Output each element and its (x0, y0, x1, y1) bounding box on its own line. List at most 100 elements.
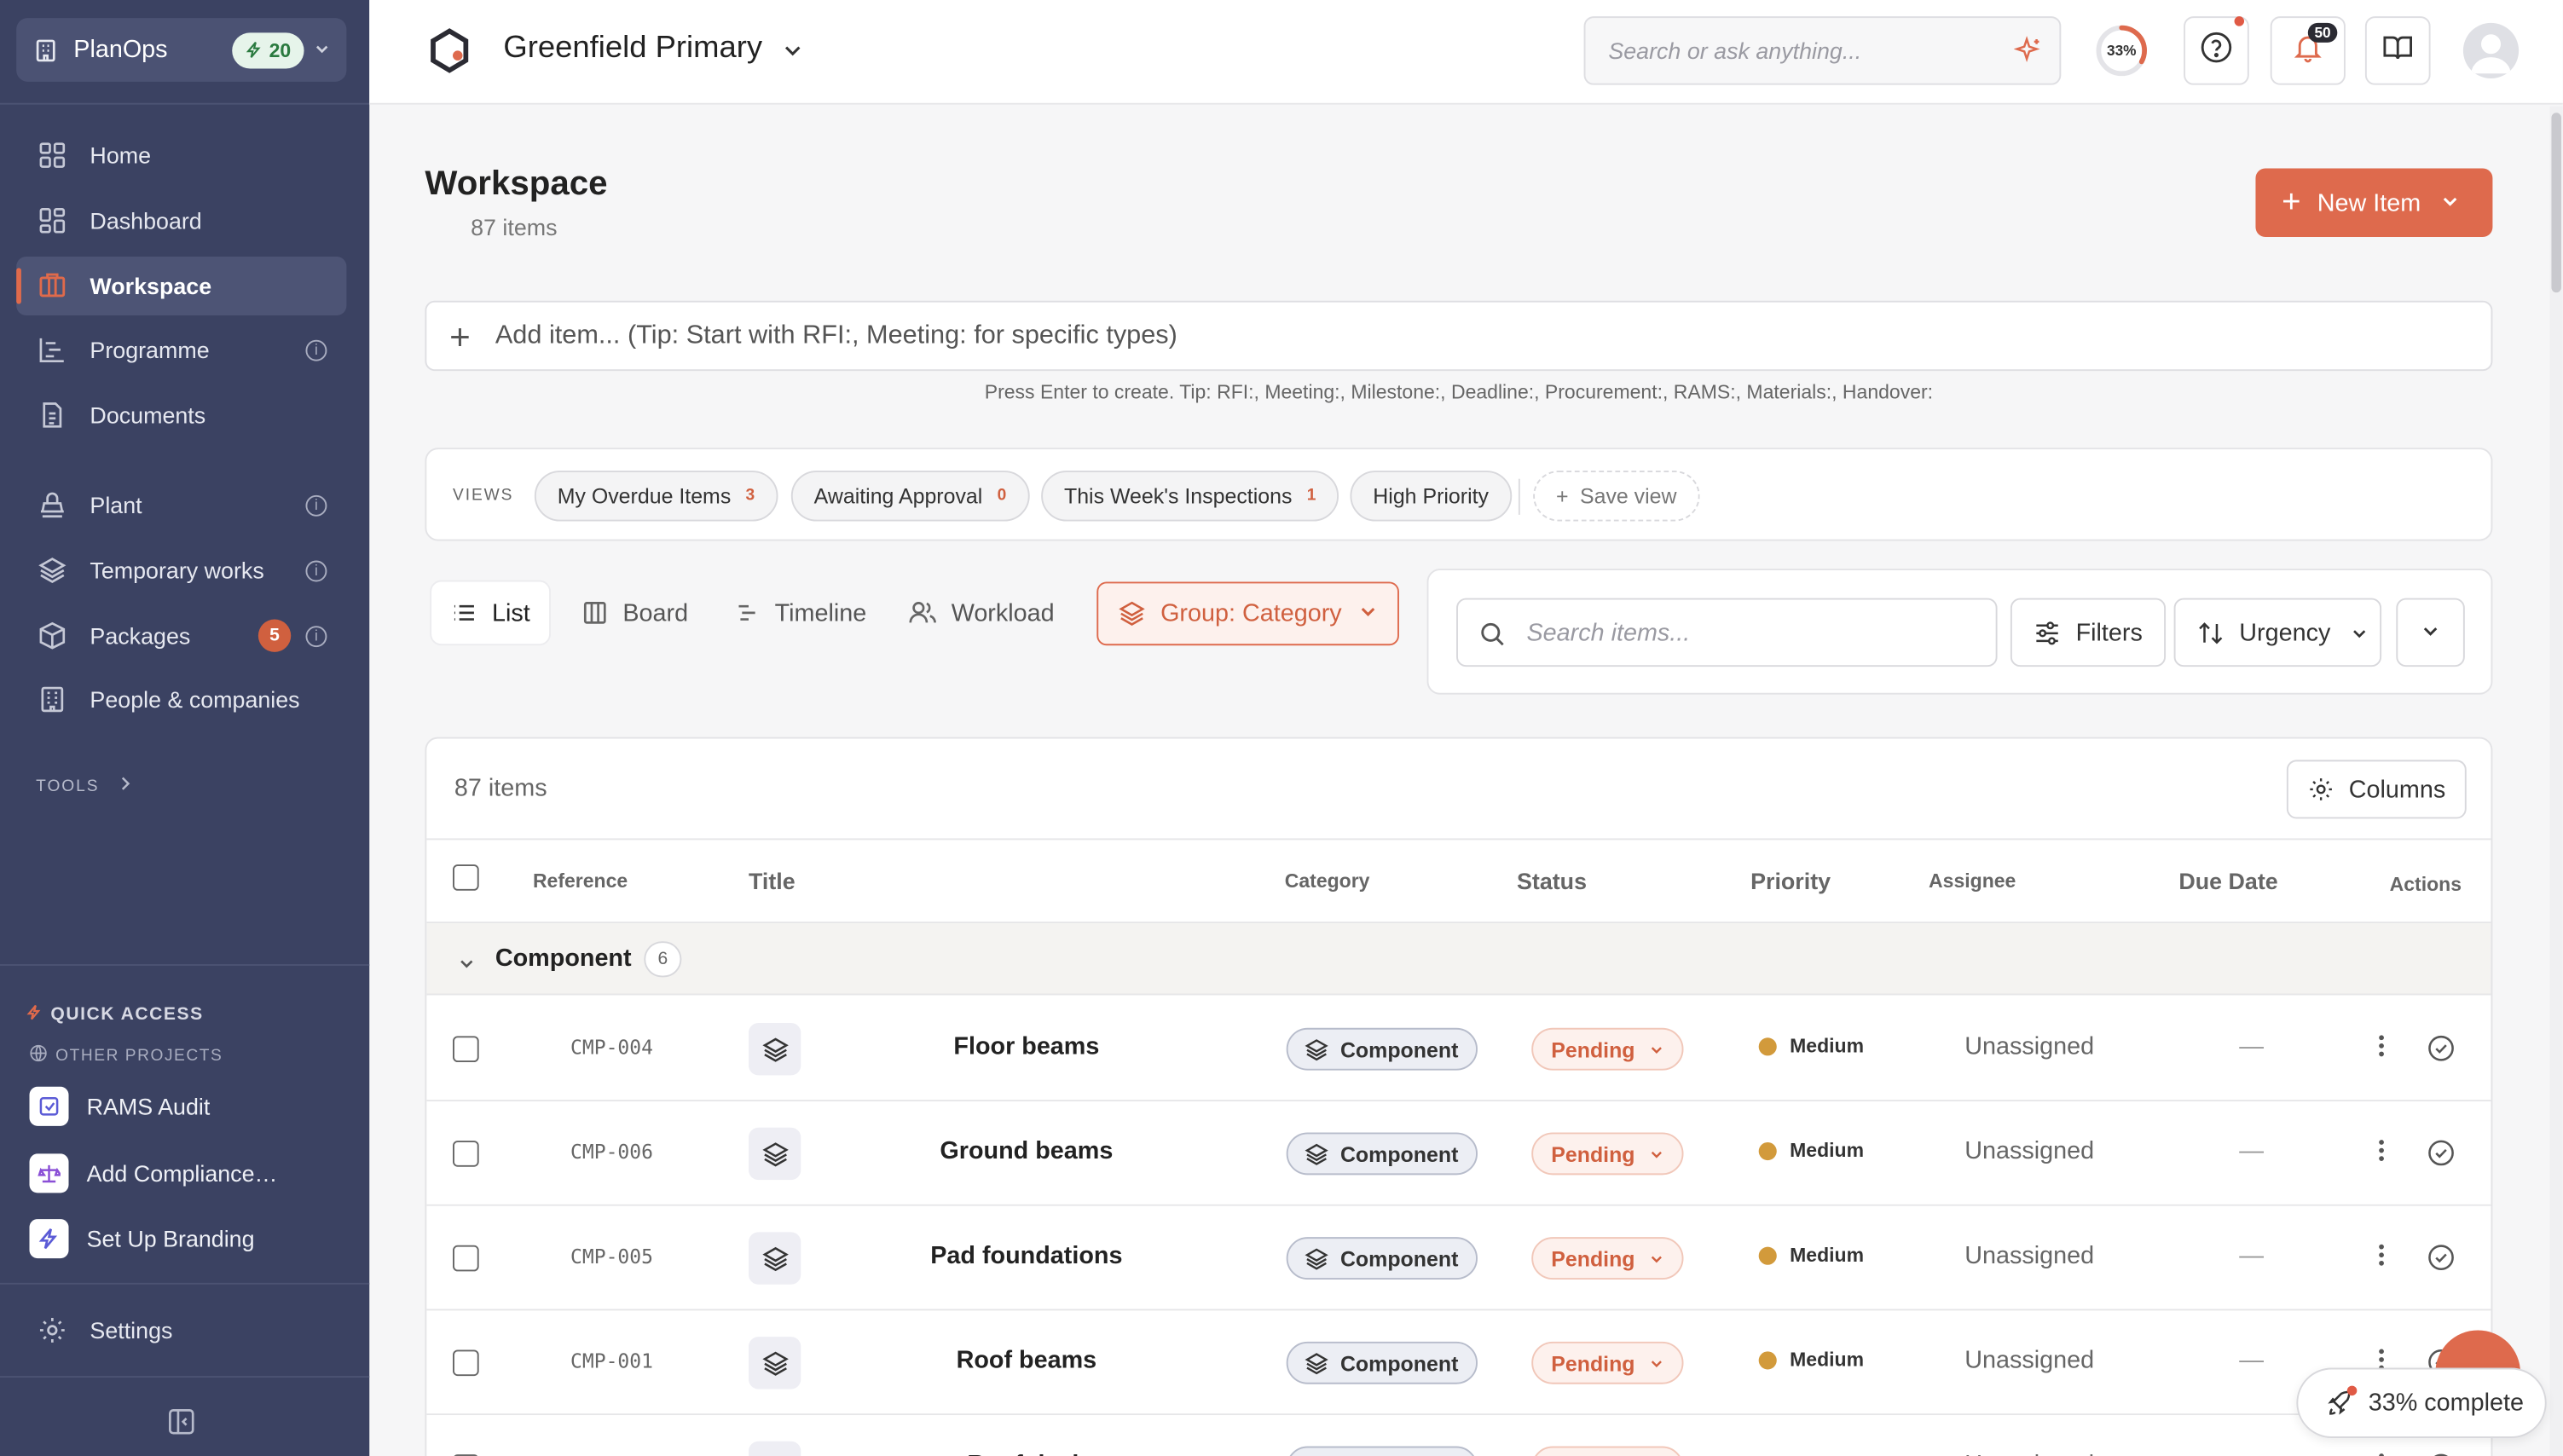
column-header-assignee[interactable]: Assignee (1929, 870, 2016, 893)
row-assignee[interactable]: Unassigned (1964, 1137, 2094, 1165)
more-options-button[interactable] (2396, 598, 2465, 667)
new-item-button[interactable]: + New Item (2255, 168, 2493, 237)
column-header-status[interactable]: Status (1517, 868, 1587, 894)
column-header-category[interactable]: Category (1285, 870, 1370, 893)
row-title[interactable]: Roof beams (852, 1347, 1201, 1375)
row-title[interactable]: Roof deck (852, 1451, 1201, 1456)
collapse-sidebar-icon[interactable] (167, 1407, 197, 1437)
row-due-date[interactable]: — (2239, 1033, 2264, 1061)
notifications-button[interactable]: 50 (2270, 16, 2346, 85)
row-due-date[interactable]: — (2239, 1242, 2264, 1270)
sidebar-item-dashboard[interactable]: Dashboard (16, 191, 346, 250)
page-scrollbar[interactable] (2549, 106, 2563, 1456)
row-checkbox[interactable] (453, 1141, 479, 1167)
sidebar-item-people-companies[interactable]: People & companies (16, 670, 346, 729)
check-circle-icon[interactable] (2427, 1453, 2456, 1456)
row-checkbox[interactable] (453, 1036, 479, 1063)
info-icon[interactable]: i (305, 625, 327, 647)
quick-add-input[interactable]: + Add item... (Tip: Start with RFI:, Mee… (425, 300, 2493, 372)
info-icon[interactable]: i (305, 494, 327, 516)
quick-access-set-up-branding[interactable]: Set Up Branding (29, 1216, 356, 1262)
global-search-input[interactable]: Search or ask anything... (1583, 16, 2062, 85)
check-circle-icon[interactable] (2427, 1034, 2456, 1070)
sidebar-item-home[interactable]: Home (16, 126, 346, 185)
select-all-checkbox[interactable] (453, 864, 479, 891)
group-by-button[interactable]: Group: Category (1096, 581, 1399, 646)
sidebar-item-temporary-works[interactable]: Temporary works i (16, 541, 346, 600)
status-dropdown[interactable]: Pending (1531, 1341, 1685, 1384)
group-header-component[interactable]: Component 6 (426, 923, 2491, 996)
tools-toggle[interactable]: TOOLS (36, 777, 131, 796)
layers-icon (1305, 1350, 1329, 1375)
view-chip-high-priority[interactable]: High Priority (1350, 471, 1512, 522)
sparkle-icon[interactable] (2013, 36, 2044, 73)
sidebar-item-plant[interactable]: Plant i (16, 476, 346, 534)
row-assignee[interactable]: Unassigned (1964, 1242, 2094, 1270)
sidebar-item-workspace[interactable]: Workspace (16, 256, 347, 315)
setup-progress-pill[interactable]: 33% complete (2296, 1367, 2547, 1438)
view-chip-this-weeks-inspections[interactable]: This Week's Inspections 1 (1041, 471, 1339, 522)
tab-list[interactable]: List (431, 581, 550, 644)
filters-button[interactable]: Filters (2010, 598, 2166, 667)
more-vertical-icon[interactable] (2378, 1137, 2385, 1171)
sidebar-item-settings[interactable]: Settings (16, 1301, 346, 1360)
status-dropdown[interactable]: Pending (1531, 1446, 1685, 1456)
column-header-title[interactable]: Title (749, 868, 796, 894)
info-icon[interactable]: i (305, 338, 327, 361)
sidebar-item-programme[interactable]: Programme i (16, 321, 346, 379)
status-dropdown[interactable]: Pending (1531, 1027, 1685, 1071)
column-header-due-date[interactable]: Due Date (2178, 868, 2277, 894)
items-search-input[interactable]: Search items... (1456, 598, 1998, 667)
row-due-date[interactable]: — (2239, 1347, 2264, 1375)
project-title[interactable]: Greenfield Primary (503, 31, 762, 66)
view-chip-awaiting-approval[interactable]: Awaiting Approval 0 (790, 471, 1030, 522)
docs-button[interactable] (2364, 16, 2431, 85)
workspace-icon (36, 269, 68, 302)
table-row[interactable]: CMP-001 Roof beams Component Pending Medium U… (426, 1310, 2491, 1416)
scrollbar-thumb[interactable] (2551, 113, 2561, 293)
column-header-priority[interactable]: Priority (1750, 868, 1831, 894)
org-switcher[interactable]: PlanOps 20 (16, 18, 347, 82)
column-header-reference[interactable]: Reference (533, 870, 628, 893)
columns-button[interactable]: Columns (2286, 760, 2467, 819)
table-row[interactable]: CMP-004 Floor beams Component Pending Medium… (426, 997, 2491, 1102)
sort-button[interactable]: Urgency (2173, 598, 2382, 667)
table-row[interactable]: CMP-003Roof deckComponentPendingMediumUn… (426, 1415, 2491, 1456)
sidebar-item-packages[interactable]: Packages 5 i (16, 606, 346, 665)
row-due-date[interactable]: — (2239, 1137, 2264, 1165)
sidebar-item-documents[interactable]: Documents (16, 385, 346, 444)
check-circle-icon[interactable] (2427, 1139, 2456, 1175)
row-title[interactable]: Ground beams (852, 1137, 1201, 1165)
chevron-down-icon[interactable] (781, 39, 804, 70)
project-progress-ring[interactable]: 33% (2096, 25, 2148, 77)
row-due-date[interactable]: — (2239, 1451, 2264, 1456)
save-view-button[interactable]: + Save view (1533, 471, 1700, 522)
table-row[interactable]: CMP-005 Pad foundations Component Pending Me… (426, 1205, 2491, 1311)
user-avatar[interactable] (2462, 22, 2520, 79)
quick-access-rams-audit[interactable]: RAMS Audit (29, 1083, 356, 1130)
row-checkbox[interactable] (453, 1349, 479, 1377)
row-assignee[interactable]: Unassigned (1964, 1451, 2094, 1456)
tab-board[interactable]: Board (562, 581, 708, 644)
app-logo-icon[interactable] (425, 26, 474, 76)
more-vertical-icon[interactable] (2378, 1242, 2385, 1276)
view-chip-my-overdue-items[interactable]: My Overdue Items 3 (534, 471, 778, 522)
credits-badge[interactable]: 20 (231, 32, 304, 68)
status-dropdown[interactable]: Pending (1531, 1237, 1685, 1280)
table-row[interactable]: CMP-006 Ground beams Component Pending Mediu… (426, 1101, 2491, 1206)
row-assignee[interactable]: Unassigned (1964, 1347, 2094, 1375)
more-vertical-icon[interactable] (2378, 1451, 2385, 1456)
row-title[interactable]: Pad foundations (852, 1242, 1201, 1270)
row-title[interactable]: Floor beams (852, 1033, 1201, 1061)
more-vertical-icon[interactable] (2378, 1033, 2385, 1067)
row-checkbox[interactable] (453, 1245, 479, 1272)
help-button[interactable] (2184, 16, 2249, 85)
chevron-down-icon[interactable] (458, 951, 476, 981)
status-dropdown[interactable]: Pending (1531, 1132, 1685, 1176)
tab-workload[interactable]: Workload (889, 581, 1074, 644)
row-assignee[interactable]: Unassigned (1964, 1033, 2094, 1061)
info-icon[interactable]: i (305, 559, 327, 581)
tab-timeline[interactable]: Timeline (715, 581, 887, 644)
check-circle-icon[interactable] (2427, 1244, 2456, 1280)
quick-access-add-compliance[interactable]: Add Compliance… (29, 1151, 356, 1197)
